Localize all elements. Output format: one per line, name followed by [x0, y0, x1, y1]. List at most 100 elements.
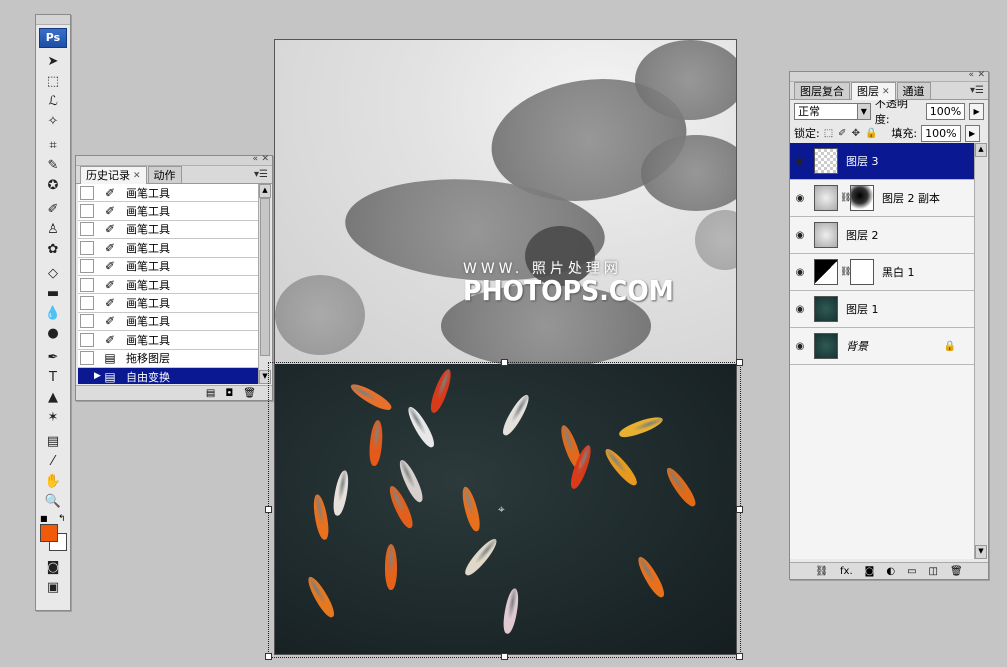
layer-name[interactable]: 图层 1	[846, 301, 879, 317]
custom-shape-tool-icon[interactable]: ✶	[40, 408, 66, 426]
add-mask-icon[interactable]: ◙	[865, 566, 875, 577]
layer-name[interactable]: 黑白 1	[882, 264, 915, 280]
pen-tool-icon[interactable]: ✒	[40, 348, 66, 366]
layer-mask-thumbnail[interactable]	[850, 259, 874, 285]
history-snapshot-checkbox[interactable]	[80, 240, 94, 255]
layer-name[interactable]: 图层 2	[846, 227, 879, 243]
layer-thumbnail[interactable]	[814, 296, 838, 322]
history-snapshot-checkbox[interactable]	[80, 185, 94, 200]
layer-thumbnail[interactable]	[814, 185, 838, 211]
gradient-tool-icon[interactable]: ▬	[40, 284, 66, 302]
layer-name[interactable]: 图层 3	[846, 153, 879, 169]
history-state-row[interactable]: ✐ 画笔工具	[78, 294, 258, 313]
history-snapshot-checkbox[interactable]	[80, 259, 94, 274]
collapse-icon[interactable]: «	[968, 70, 974, 80]
transform-handle-bottom-left[interactable]	[265, 653, 272, 660]
scroll-up-icon[interactable]: ▲	[259, 184, 271, 198]
transform-handle-right[interactable]	[736, 506, 743, 513]
marquee-tool-icon[interactable]: ⬚	[40, 72, 66, 90]
tab-actions[interactable]: 动作	[147, 166, 182, 183]
transform-handle-left[interactable]	[265, 506, 272, 513]
history-brush-tool-icon[interactable]: ✿	[40, 240, 66, 258]
layers-panel-titlebar[interactable]: « ✕	[790, 70, 988, 82]
layer-row[interactable]: ◉ 图层 2	[790, 217, 974, 254]
visibility-eye-icon[interactable]: ◉	[790, 156, 810, 167]
tab-layer-comps[interactable]: 图层复合	[794, 82, 850, 99]
new-document-from-state-icon[interactable]: ▤	[206, 388, 215, 399]
visibility-eye-icon[interactable]: ◉	[790, 304, 810, 315]
transform-handle-top-right[interactable]	[736, 359, 743, 366]
delete-layer-icon[interactable]: 🗑	[950, 566, 963, 577]
fill-slider-button[interactable]: ▶	[964, 124, 980, 142]
lock-transparency-icon[interactable]: ⬚	[824, 128, 833, 139]
dodge-tool-icon[interactable]: ●	[40, 324, 66, 342]
layer-mask-thumbnail[interactable]	[850, 185, 874, 211]
fill-input[interactable]: 100%	[921, 124, 961, 142]
history-snapshot-checkbox[interactable]	[80, 222, 94, 237]
adjustment-layer-icon[interactable]: ◐	[886, 566, 895, 577]
history-snapshot-checkbox[interactable]	[80, 277, 94, 292]
layer-thumbnail[interactable]	[814, 259, 838, 285]
eyedropper-tool-icon[interactable]: ⁄	[40, 452, 66, 470]
layers-scrollbar[interactable]: ▲ ▼	[974, 143, 987, 559]
link-layers-icon[interactable]: ⛓	[815, 566, 828, 577]
move-tool-icon[interactable]: ➤	[40, 52, 66, 70]
history-snapshot-checkbox[interactable]	[80, 332, 94, 347]
history-state-row[interactable]: ✐ 画笔工具	[78, 202, 258, 221]
visibility-eye-icon[interactable]: ◉	[790, 193, 810, 204]
new-group-icon[interactable]: ▭	[907, 566, 916, 577]
history-snapshot-checkbox[interactable]	[80, 351, 94, 366]
delete-state-icon[interactable]: 🗑	[243, 388, 256, 399]
transform-center-icon[interactable]: ⌖	[498, 502, 505, 517]
panel-menu-icon[interactable]: ▾☰	[254, 169, 268, 180]
transform-handle-bottom-right[interactable]	[736, 653, 743, 660]
close-icon[interactable]: ✕	[977, 70, 985, 80]
crop-tool-icon[interactable]: ⌗	[40, 136, 66, 154]
scroll-thumb[interactable]	[260, 198, 270, 356]
history-state-row[interactable]: ▶ ▤ 自由变换	[78, 367, 258, 384]
opacity-input[interactable]: 100%	[925, 102, 966, 120]
new-snapshot-icon[interactable]: ◘	[225, 388, 233, 399]
history-state-row[interactable]: ✐ 画笔工具	[78, 331, 258, 350]
magic-wand-tool-icon[interactable]: ✧	[40, 112, 66, 130]
lock-all-icon[interactable]: 🔒	[865, 128, 877, 139]
layer-thumbnail[interactable]	[814, 222, 838, 248]
history-state-row[interactable]: ▤ 拖移图层	[78, 350, 258, 368]
type-tool-icon[interactable]: T	[40, 368, 66, 386]
default-colors-icon[interactable]: ■	[40, 514, 48, 523]
layer-row[interactable]: ◉ ⛓ 图层 2 副本	[790, 180, 974, 217]
layer-row[interactable]: ◉ 背景 🔒	[790, 328, 974, 365]
mask-link-icon[interactable]: ⛓	[840, 193, 851, 203]
screen-mode-icon[interactable]: ▣	[40, 578, 66, 596]
layer-thumbnail[interactable]	[814, 333, 838, 359]
clone-stamp-tool-icon[interactable]: ♙	[40, 220, 66, 238]
eraser-tool-icon[interactable]: ◇	[40, 264, 66, 282]
layer-row[interactable]: ◉ 图层 3	[790, 143, 974, 180]
blur-tool-icon[interactable]: 💧	[40, 304, 66, 322]
notes-tool-icon[interactable]: ▤	[40, 432, 66, 450]
history-snapshot-checkbox[interactable]	[80, 369, 94, 384]
blend-mode-select[interactable]: 正常 ▼	[794, 102, 871, 120]
new-layer-icon[interactable]: ◫	[929, 566, 938, 577]
close-tab-icon[interactable]: ✕	[882, 85, 890, 99]
layer-thumbnail[interactable]	[814, 148, 838, 174]
scroll-down-icon[interactable]: ▼	[975, 545, 987, 559]
healing-brush-tool-icon[interactable]: ✪	[40, 176, 66, 194]
opacity-slider-button[interactable]: ▶	[969, 102, 984, 120]
history-snapshot-checkbox[interactable]	[80, 314, 94, 329]
lock-pixels-icon[interactable]: ✐	[838, 128, 846, 139]
scroll-up-icon[interactable]: ▲	[975, 143, 987, 157]
history-panel-titlebar[interactable]: « ✕	[76, 154, 272, 166]
history-snapshot-checkbox[interactable]	[80, 204, 94, 219]
history-state-row[interactable]: ✐ 画笔工具	[78, 313, 258, 332]
visibility-eye-icon[interactable]: ◉	[790, 341, 810, 352]
layer-name[interactable]: 背景	[846, 338, 868, 354]
tab-channels[interactable]: 通道	[896, 82, 931, 99]
close-icon[interactable]: ✕	[261, 154, 269, 164]
visibility-eye-icon[interactable]: ◉	[790, 230, 810, 241]
quick-mask-icon[interactable]: ◙	[40, 558, 66, 576]
layer-row[interactable]: ◉ ⛓ 黑白 1	[790, 254, 974, 291]
collapse-icon[interactable]: «	[252, 154, 258, 164]
lock-position-icon[interactable]: ✥	[852, 128, 860, 139]
transform-handle-top[interactable]	[501, 359, 508, 366]
